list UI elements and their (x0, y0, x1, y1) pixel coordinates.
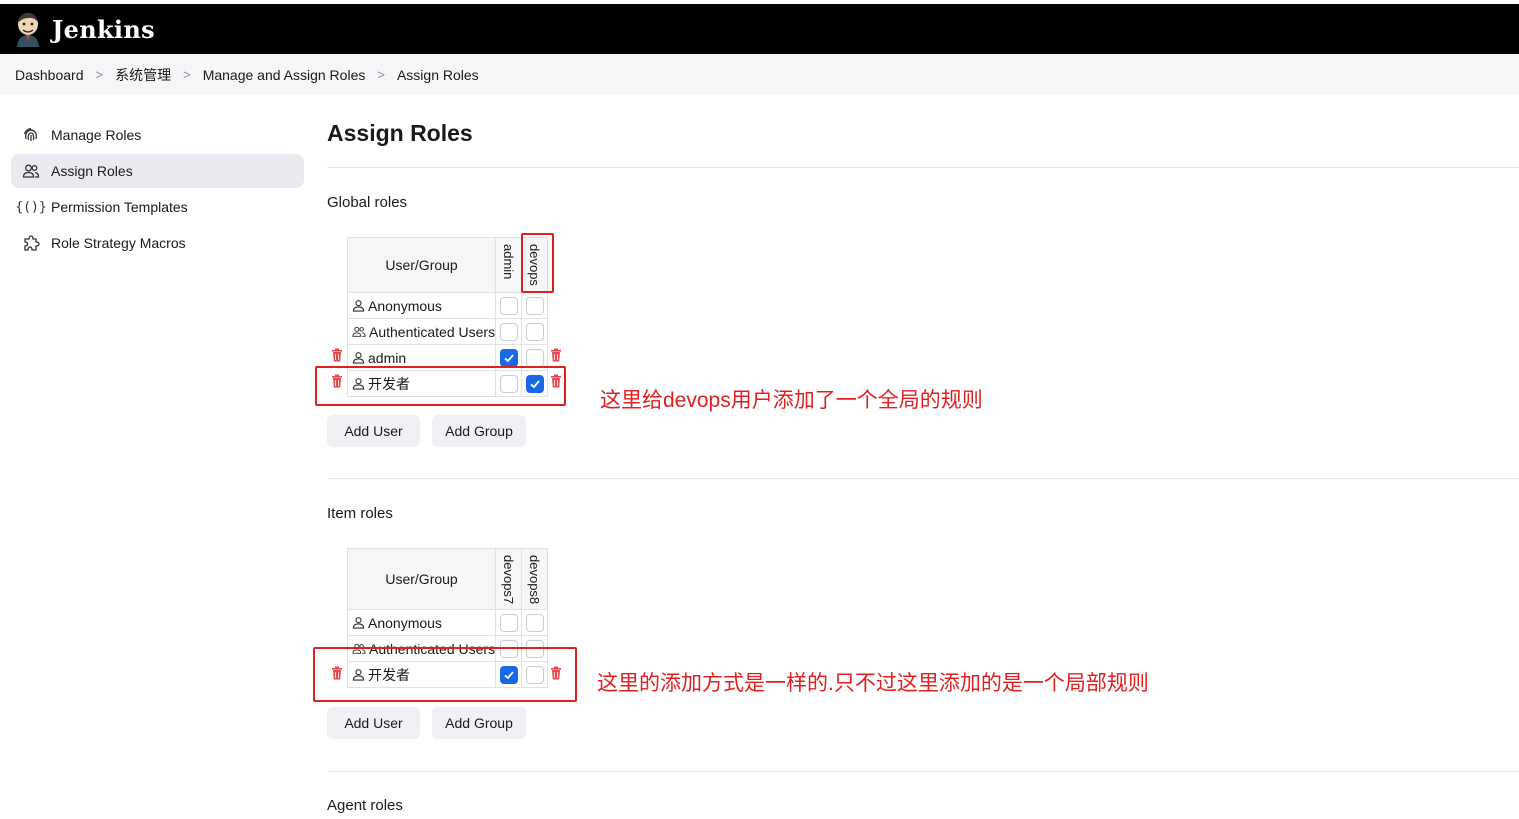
highlight-box (313, 647, 577, 702)
highlight-box (521, 233, 554, 293)
item-roles-title: Item roles (327, 505, 393, 522)
breadcrumb-assign-roles[interactable]: Assign Roles (397, 67, 479, 83)
user-icon (352, 617, 365, 629)
add-user-button[interactable]: Add User (327, 415, 420, 447)
global-roles-title: Global roles (327, 194, 408, 211)
users-icon (21, 161, 41, 181)
user-name: Authenticated Users (369, 323, 496, 340)
role-checkbox[interactable] (499, 322, 518, 341)
user-icon (352, 352, 365, 364)
add-group-button[interactable]: Add Group (432, 707, 526, 739)
delete-trash-icon[interactable] (331, 348, 343, 362)
check-icon (504, 353, 514, 362)
braces-icon: {()} (15, 199, 47, 215)
annotation-item: 这里的添加方式是一样的.只不过这里添加的是一个局部规则 (597, 672, 1149, 695)
breadcrumb: Dashboard > 系统管理 > Manage and Assign Rol… (0, 54, 1519, 95)
app-title[interactable]: Jenkins (52, 15, 155, 44)
user-group-header: User/Group (346, 548, 497, 610)
highlight-box (315, 366, 566, 406)
delete-trash-icon[interactable] (550, 348, 562, 362)
sidebar-item-label: Permission Templates (51, 199, 188, 215)
jenkins-logo-icon[interactable] (14, 11, 42, 47)
role-checkbox[interactable] (499, 348, 518, 367)
role-checkbox[interactable] (525, 322, 544, 341)
role-checkbox[interactable] (525, 348, 544, 367)
breadcrumb-manage-assign-roles[interactable]: Manage and Assign Roles (203, 67, 366, 83)
table-row: Anonymous (346, 292, 497, 319)
sidebar-item-role-strategy-macros[interactable]: Role Strategy Macros (11, 226, 304, 260)
sidebar-item-label: Assign Roles (51, 163, 133, 179)
page-title: Assign Roles (327, 120, 473, 146)
role-checkbox[interactable] (525, 613, 544, 632)
add-group-button[interactable]: Add Group (432, 415, 526, 447)
annotation-global: 这里给devops用户添加了一个全局的规则 (600, 389, 983, 412)
sidebar-item-permission-templates[interactable]: {()} Permission Templates (11, 190, 304, 224)
add-user-button[interactable]: Add User (327, 707, 420, 739)
header-bar: Jenkins (0, 4, 1519, 54)
role-checkbox[interactable] (499, 296, 518, 315)
sidebar-item-manage-roles[interactable]: Manage Roles (11, 118, 304, 152)
role-header-devops8: devops8 (521, 548, 549, 610)
user-name: Anonymous (368, 614, 442, 631)
role-header-admin: admin (495, 237, 523, 293)
sidebar-item-label: Manage Roles (51, 127, 142, 143)
role-checkbox[interactable] (499, 613, 518, 632)
role-header-devops7: devops7 (495, 548, 523, 610)
chevron-right-icon: > (377, 67, 385, 82)
agent-roles-title: Agent roles (327, 797, 403, 814)
breadcrumb-system-manage[interactable]: 系统管理 (115, 65, 171, 85)
user-name: Anonymous (368, 297, 442, 314)
puzzle-icon (21, 233, 41, 253)
fingerprint-icon (21, 125, 41, 145)
user-name: admin (368, 349, 407, 366)
divider (327, 478, 1519, 479)
sidebar-item-label: Role Strategy Macros (51, 235, 186, 251)
chevron-right-icon: > (183, 67, 191, 82)
divider (327, 771, 1519, 772)
role-checkbox[interactable] (525, 296, 544, 315)
table-row: Anonymous (346, 609, 497, 636)
breadcrumb-dashboard[interactable]: Dashboard (15, 67, 84, 83)
divider (327, 167, 1519, 168)
group-icon (352, 326, 366, 337)
user-icon (352, 300, 365, 312)
sidebar-item-assign-roles[interactable]: Assign Roles (11, 154, 304, 188)
chevron-right-icon: > (95, 67, 104, 82)
user-group-header: User/Group (346, 237, 497, 293)
main-content: Assign Roles Global roles User/Group adm… (313, 112, 1519, 814)
sidebar: Manage Roles Assign Roles {()} Permissio… (11, 118, 304, 262)
table-row: Authenticated Users (346, 318, 497, 345)
